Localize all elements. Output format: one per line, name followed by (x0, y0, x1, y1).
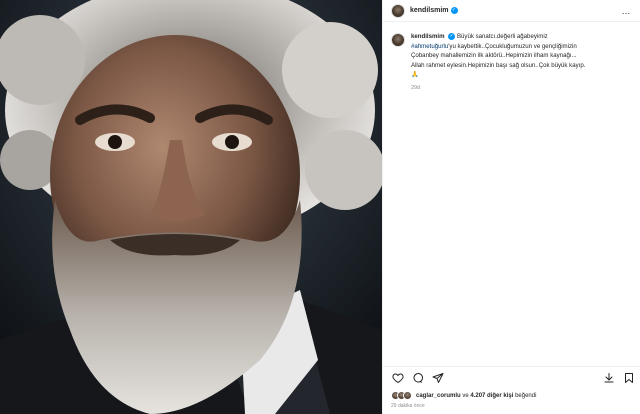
post-side-panel: kendilsmim ✓ … kendilsmim ✓ Büyük sanatc… (382, 0, 640, 414)
caption-line4: Allah rahmet eylesin.Hepimizin başı sağ … (411, 61, 586, 69)
likes-count[interactable]: 4.207 diğer kişi (470, 393, 513, 399)
likes-summary: caglar_corumlu ve 4.207 diğer kişi beğen… (391, 391, 536, 400)
caption-avatar[interactable] (391, 33, 405, 47)
more-options-icon[interactable]: … (622, 6, 632, 16)
action-bar (383, 366, 640, 386)
heart-icon[interactable] (392, 372, 404, 384)
caption-line2: 'yu kaybettik..Çocukluğumuzun ve gençliğ… (448, 42, 577, 50)
caption-username[interactable]: kendilsmim (411, 33, 445, 40)
caption-timestamp[interactable]: 29d (411, 84, 633, 94)
verified-badge-icon: ✓ (448, 32, 456, 40)
likes-suffix: beğendi (515, 392, 537, 399)
bookmark-icon[interactable] (623, 372, 635, 384)
post-timestamp[interactable]: 29 dakika önce (391, 403, 425, 409)
caption-text: kendilsmim ✓ Büyük sanatcı.değerli ağabe… (411, 32, 633, 94)
verified-badge-icon: ✓ (450, 7, 458, 14)
caption-emoji: 🙏 (411, 71, 419, 79)
liker-username[interactable]: caglar_corumlu (416, 393, 461, 399)
likes-connector: ve (462, 392, 469, 399)
caption-line3: Çobanbey mahallemizin ilk aktörü..Hepimi… (411, 52, 577, 60)
post-photo[interactable] (0, 0, 382, 414)
avatar[interactable] (391, 3, 405, 18)
caption: kendilsmim ✓ Büyük sanatcı.değerli ağabe… (391, 32, 633, 94)
share-icon[interactable] (432, 372, 444, 384)
download-icon[interactable] (603, 372, 615, 384)
caption-hashtag[interactable]: #ahmetuğurlu (411, 43, 448, 50)
portrait-image (0, 0, 382, 414)
post-header: kendilsmim ✓ … (383, 0, 640, 22)
comment-icon[interactable] (412, 372, 424, 384)
caption-line1: Büyük sanatcı.değerli ağabeyimiz (456, 33, 548, 40)
avatar (403, 391, 412, 400)
liker-avatars (391, 391, 412, 400)
author-username[interactable]: kendilsmim (410, 7, 449, 14)
